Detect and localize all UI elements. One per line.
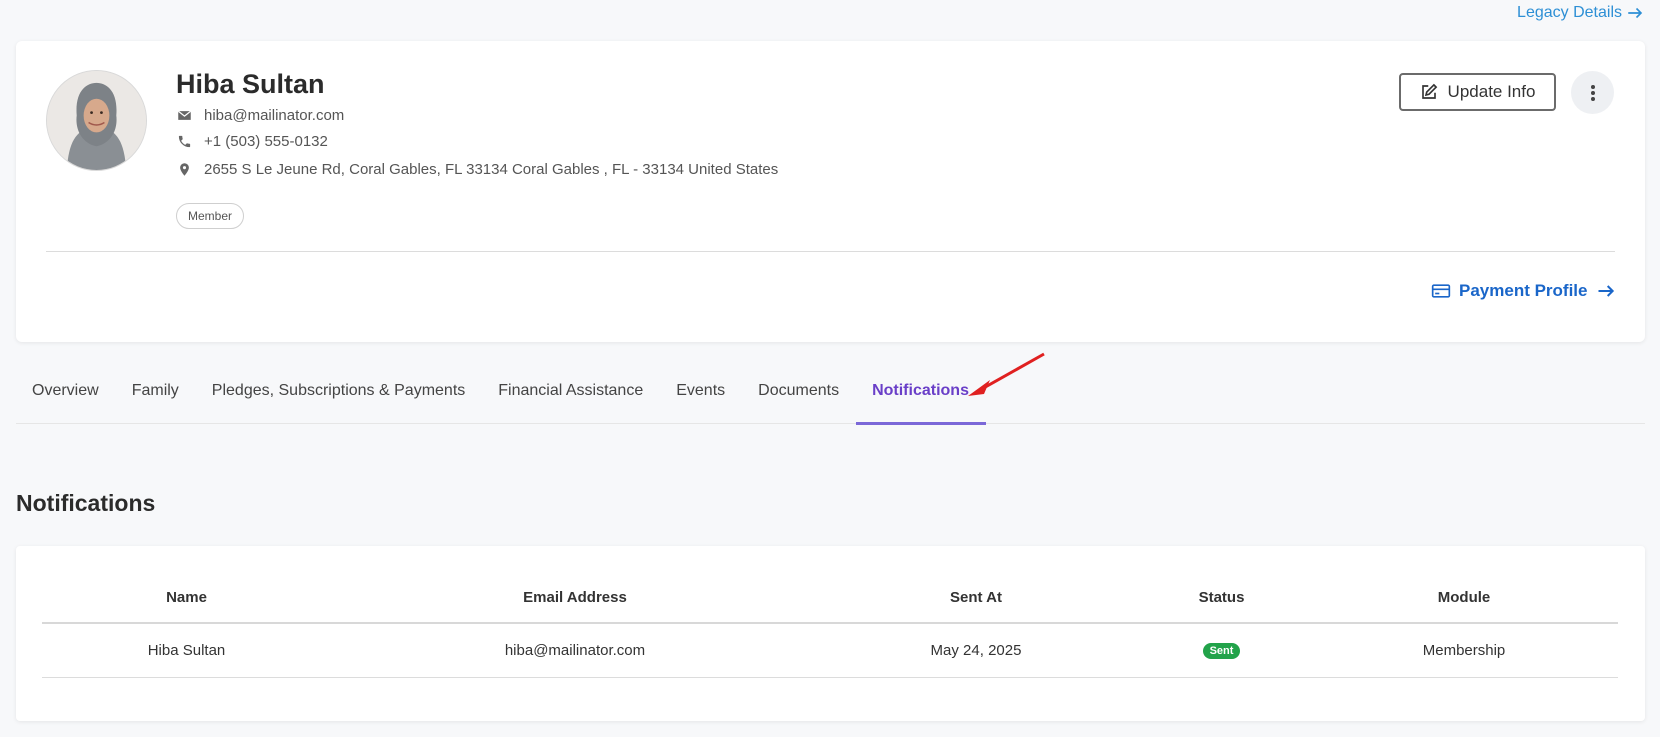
update-info-label: Update Info <box>1447 82 1536 101</box>
arrow-right-icon <box>1598 285 1614 297</box>
cell-sent-at: May 24, 2025 <box>819 623 1133 678</box>
more-options-button[interactable] <box>1571 71 1614 114</box>
tab-documents[interactable]: Documents <box>742 372 856 424</box>
notifications-title: Notifications <box>16 490 156 516</box>
profile-address: 2655 S Le Jeune Rd, Coral Gables, FL 331… <box>204 161 779 178</box>
cell-name: Hiba Sultan <box>42 623 331 678</box>
profile-divider <box>46 251 1615 252</box>
avatar <box>46 70 147 171</box>
kebab-menu-icon <box>1590 84 1595 101</box>
column-header-name: Name <box>42 572 331 624</box>
address-line: 2655 S Le Jeune Rd, Coral Gables, FL 331… <box>176 161 778 178</box>
column-header-sent-at: Sent At <box>819 572 1133 624</box>
profile-card: Hiba Sultan hiba@mailinator.com +1 (503)… <box>16 41 1645 342</box>
cell-module: Membership <box>1310 623 1618 678</box>
table-header-row: Name Email Address Sent At Status Module <box>42 572 1618 624</box>
role-badge: Member <box>176 203 245 229</box>
phone-icon <box>176 134 192 150</box>
payment-profile-label: Payment Profile <box>1459 281 1588 300</box>
column-header-status: Status <box>1133 572 1310 624</box>
cell-status: Sent <box>1133 623 1310 678</box>
map-pin-icon <box>176 162 192 178</box>
legacy-details-link[interactable]: Legacy Details <box>1517 4 1644 22</box>
tab-family[interactable]: Family <box>116 372 196 424</box>
profile-tabs: Overview Family Pledges, Subscriptions &… <box>16 372 1645 425</box>
annotation-arrow-icon <box>968 352 1045 396</box>
status-badge: Sent <box>1202 643 1241 660</box>
tab-financial-assistance[interactable]: Financial Assistance <box>482 372 660 424</box>
legacy-details-label: Legacy Details <box>1517 4 1622 21</box>
credit-card-icon <box>1431 284 1451 298</box>
edit-icon <box>1421 83 1437 99</box>
cell-email: hiba@mailinator.com <box>331 623 819 678</box>
tab-pledges-subscriptions-payments[interactable]: Pledges, Subscriptions & Payments <box>196 372 482 424</box>
email-line: hiba@mailinator.com <box>176 107 344 124</box>
phone-line: +1 (503) 555-0132 <box>176 133 328 150</box>
update-info-button[interactable]: Update Info <box>1399 73 1556 111</box>
tab-events[interactable]: Events <box>660 372 742 424</box>
arrow-right-icon <box>1628 7 1643 19</box>
profile-phone: +1 (503) 555-0132 <box>204 133 328 150</box>
envelope-icon <box>176 108 192 124</box>
notifications-table: Name Email Address Sent At Status Module… <box>42 572 1618 678</box>
tab-overview[interactable]: Overview <box>16 372 116 424</box>
profile-email: hiba@mailinator.com <box>204 107 345 124</box>
notifications-table-card: Name Email Address Sent At Status Module… <box>16 546 1645 721</box>
table-row: Hiba Sultan hiba@mailinator.com May 24, … <box>42 623 1618 678</box>
payment-profile-link[interactable]: Payment Profile <box>1431 281 1616 301</box>
profile-name: Hiba Sultan <box>176 69 325 99</box>
column-header-email: Email Address <box>331 572 819 624</box>
column-header-module: Module <box>1310 572 1618 624</box>
